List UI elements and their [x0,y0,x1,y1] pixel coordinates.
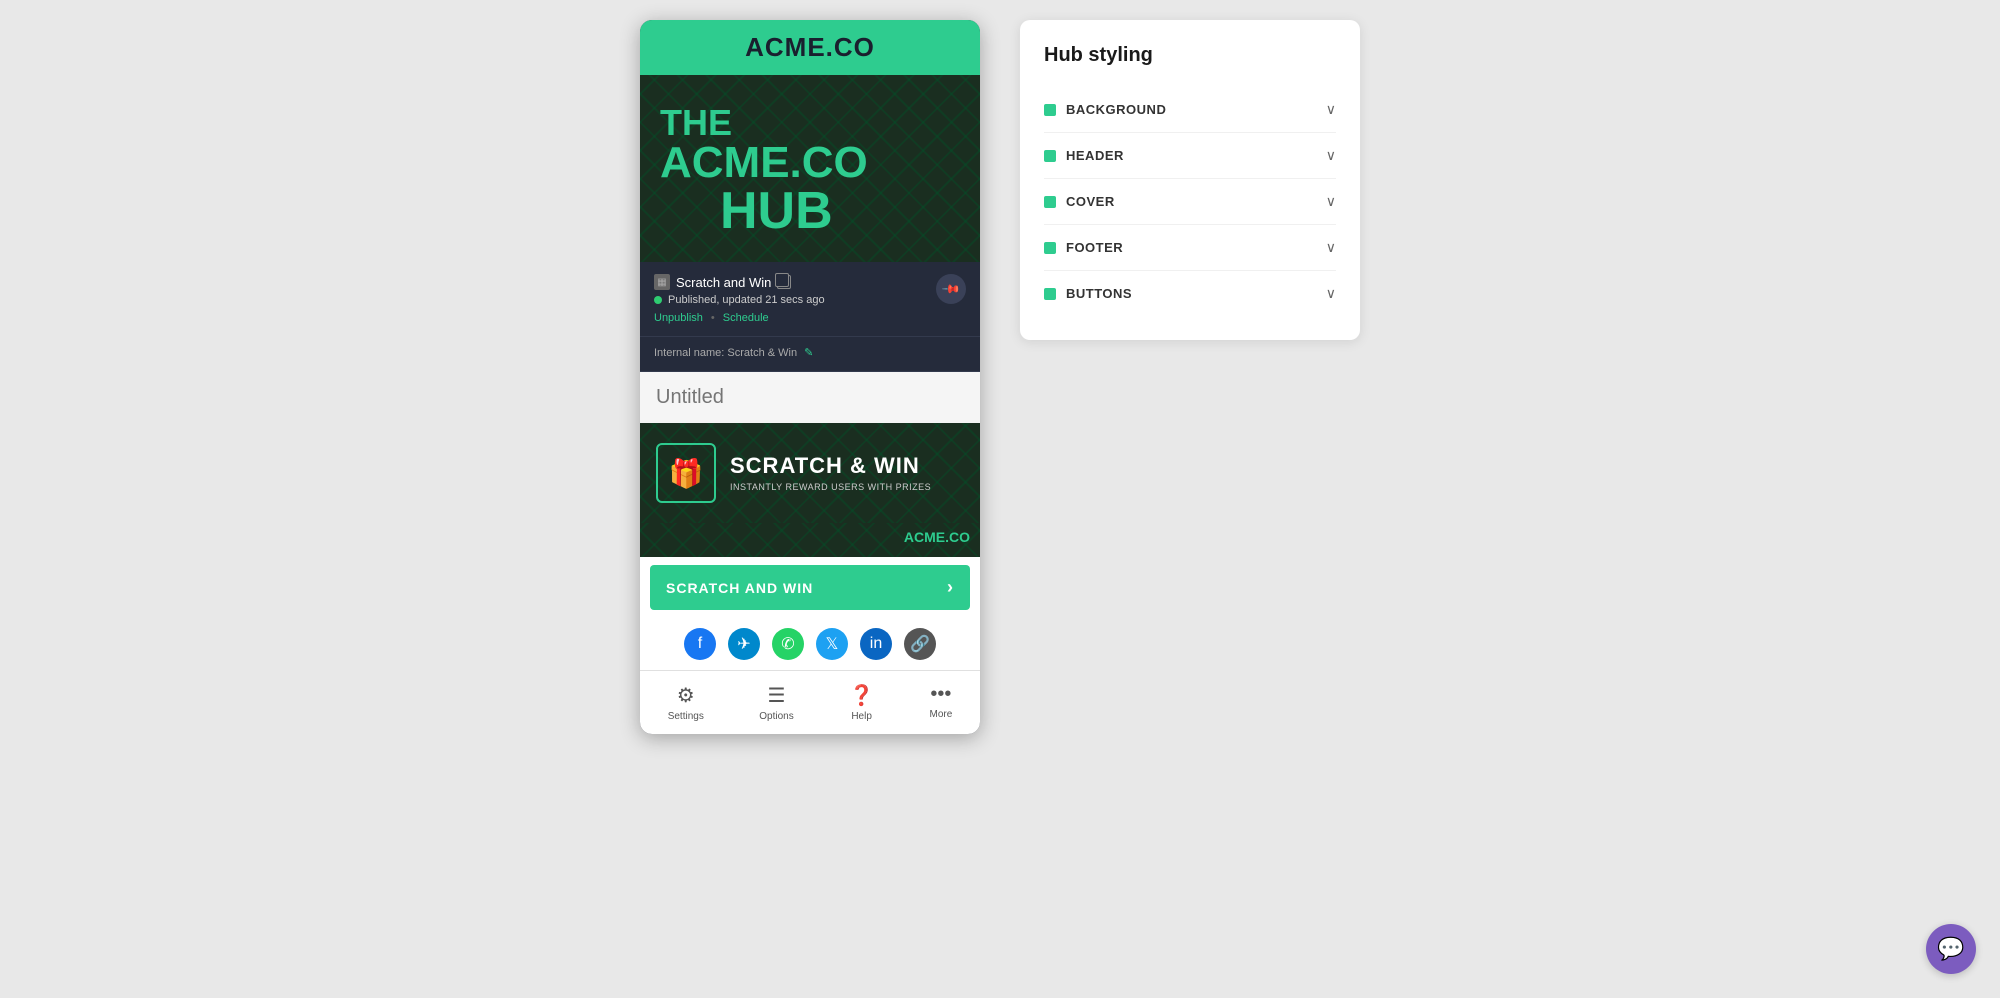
background-section[interactable]: BACKGROUND ∨ [1044,87,1336,133]
phone-header: ACME.CO [640,20,980,75]
buttons-section[interactable]: BUTTONS ∨ [1044,271,1336,316]
header-section[interactable]: HEADER ∨ [1044,133,1336,179]
copy-link-share-icon[interactable]: 🔗 [904,628,936,660]
cover-label: COVER [1066,194,1115,209]
page-wrapper: ACME.CO THE ACME.CO HUB Scratch and Win [0,0,2000,998]
pin-button[interactable] [936,274,966,304]
telegram-share-icon[interactable]: ✈ [728,628,760,660]
card-title-section: Scratch and Win Published, updated 21 se… [654,274,825,324]
settings-icon: ⚙ [677,683,695,708]
scratch-footer-brand: ACME.CO [640,523,980,557]
hero-line3: HUB [720,185,960,237]
cta-button[interactable]: SCRATCH AND WIN › [650,565,970,610]
card-type-icon [654,274,670,290]
nav-settings[interactable]: ⚙ Settings [658,679,714,726]
hero-line2: ACME.CO [660,141,960,185]
footer-label: FOOTER [1066,240,1123,255]
cta-label: SCRATCH AND WIN [666,580,813,596]
header-chevron-icon: ∨ [1326,147,1336,164]
nav-more-label: More [929,709,952,720]
brand-suffix: CO [834,32,875,62]
hub-styling-panel: Hub styling BACKGROUND ∨ HEADER ∨ COVER … [1020,20,1360,340]
nav-settings-label: Settings [668,711,704,722]
header-color-dot [1044,150,1056,162]
scratch-footer-logo: ACME.CO [904,529,970,545]
help-icon: ❓ [849,683,874,708]
chat-support-button[interactable]: 💬 [1926,924,1976,974]
internal-name-label: Internal name: Scratch & Win [654,347,800,359]
edit-internal-name-button[interactable]: ✎ [804,347,813,359]
cta-arrow-icon: › [947,577,954,598]
buttons-chevron-icon: ∨ [1326,285,1336,302]
background-chevron-icon: ∨ [1326,101,1336,118]
footer-section[interactable]: FOOTER ∨ [1044,225,1336,271]
scratch-text-col: SCRATCH & WIN INSTANTLY REWARD USERS WIT… [730,454,931,491]
scratch-title: SCRATCH & WIN [730,454,931,478]
brand-logo: ACME.CO [640,32,980,63]
card-name: Scratch and Win [676,275,771,290]
status-indicator [654,296,662,304]
copy-link-icon[interactable] [777,275,791,289]
publish-status: Published, updated 21 secs ago [654,294,825,306]
nav-help[interactable]: ❓ Help [839,679,884,726]
title-input-area [640,372,980,423]
phone-preview: ACME.CO THE ACME.CO HUB Scratch and Win [640,20,980,734]
header-label: HEADER [1066,148,1124,163]
phone-hero: THE ACME.CO HUB [640,75,980,262]
background-label: BACKGROUND [1066,102,1166,117]
buttons-color-dot [1044,288,1056,300]
linkedin-share-icon[interactable]: in [860,628,892,660]
more-icon: ••• [930,683,951,706]
social-share: f ✈ ✆ 𝕏 in 🔗 [640,618,980,670]
footer-color-dot [1044,242,1056,254]
nav-options-label: Options [759,711,793,722]
facebook-share-icon[interactable]: f [684,628,716,660]
internal-name-row: Internal name: Scratch & Win ✎ [640,337,980,372]
nav-options[interactable]: ☰ Options [749,679,803,726]
scratch-game-icon: 🎁 [656,443,716,503]
cover-color-dot [1044,196,1056,208]
unpublish-button[interactable]: Unpublish [654,312,703,324]
cover-section[interactable]: COVER ∨ [1044,179,1336,225]
panel-title: Hub styling [1044,44,1336,67]
chat-icon: 💬 [1937,936,1964,962]
schedule-button[interactable]: Schedule [723,312,769,324]
nav-more[interactable]: ••• More [919,679,962,726]
options-icon: ☰ [768,683,786,708]
card-info-area: Scratch and Win Published, updated 21 se… [640,262,980,337]
brand-text: ACME. [745,32,834,62]
cover-chevron-icon: ∨ [1326,193,1336,210]
nav-help-label: Help [851,711,872,722]
buttons-label: BUTTONS [1066,286,1132,301]
scratch-card-preview: 🎁 SCRATCH & WIN INSTANTLY REWARD USERS W… [640,423,980,523]
title-input[interactable] [640,372,980,423]
bottom-nav: ⚙ Settings ☰ Options ❓ Help ••• More [640,670,980,734]
card-actions: Unpublish • Schedule [654,312,825,324]
whatsapp-share-icon[interactable]: ✆ [772,628,804,660]
background-color-dot [1044,104,1056,116]
scratch-subtitle: INSTANTLY REWARD USERS WITH PRIZES [730,482,931,492]
cta-button-area: SCRATCH AND WIN › [640,557,980,618]
status-text: Published, updated 21 secs ago [668,294,825,306]
twitter-share-icon[interactable]: 𝕏 [816,628,848,660]
footer-chevron-icon: ∨ [1326,239,1336,256]
hero-line1: THE [660,105,960,141]
